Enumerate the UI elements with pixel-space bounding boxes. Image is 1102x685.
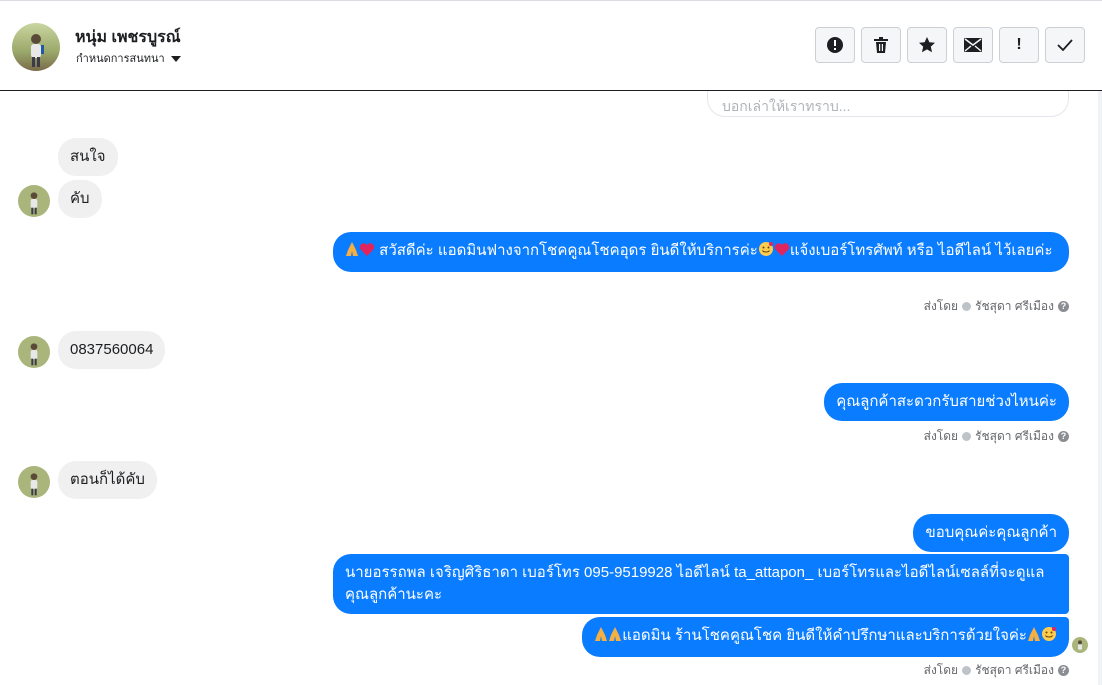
agent-avatar-icon	[962, 302, 972, 311]
folded-hands-icon	[594, 626, 608, 649]
mark-unread-button[interactable]	[953, 27, 993, 63]
folded-hands-icon	[1027, 626, 1041, 649]
folded-hands-icon	[345, 241, 359, 264]
sent-by-label: ส่งโดย	[923, 299, 959, 313]
seen-receipt-avatar	[1072, 637, 1088, 653]
contact-avatar-small	[18, 466, 50, 498]
message-text: แอดมิน ร้านโชคคูณโชค ยินดีให้คำปรึกษาและ…	[622, 627, 1027, 644]
incoming-message: ตอนก็ได้คับ	[58, 461, 157, 499]
outgoing-message: แอดมิน ร้านโชคคูณโชค ยินดีให้คำปรึกษาและ…	[582, 617, 1069, 657]
header-actions: !	[815, 27, 1085, 63]
smiling-face-hearts-icon	[1041, 626, 1057, 649]
scrollbar-track[interactable]	[1098, 91, 1102, 685]
help-icon[interactable]: ?	[1058, 301, 1069, 312]
conversation-header: หนุ่ม เพชรบูรณ์ กำหนดการสนทนา !	[0, 1, 1102, 91]
help-icon[interactable]: ?	[1058, 431, 1069, 442]
outgoing-message: นายอรรถพล เจริญศิริธาดา เบอร์โทร 095-951…	[333, 554, 1069, 614]
smiling-face-hearts-icon	[758, 241, 774, 264]
outgoing-message: สวัสดีค่ะ แอดมินฟางจากโชคคูณโชคอุดร ยินด…	[333, 232, 1069, 272]
contact-avatar-small	[18, 185, 50, 217]
alert-circle-icon	[827, 37, 843, 53]
contact-avatar-small	[18, 336, 50, 368]
incoming-message: คับ	[58, 180, 102, 218]
conversation-settings-label: กำหนดการสนทนา	[76, 53, 165, 65]
incoming-message: 0837560064	[58, 331, 166, 369]
folded-hands-icon	[608, 626, 622, 649]
agent-name: รัชสุดา ศรีเมือง	[975, 429, 1054, 443]
outgoing-message: ขอบคุณค่ะคุณลูกค้า	[913, 514, 1069, 552]
mark-important-button[interactable]: !	[999, 27, 1039, 63]
heart-icon	[359, 242, 375, 264]
exclamation-icon: !	[1016, 36, 1022, 53]
message-text: สวัสดีค่ะ แอดมินฟางจากโชคคูณโชคอุดร ยินด…	[379, 242, 758, 259]
contact-avatar[interactable]	[12, 23, 60, 71]
check-icon	[1057, 39, 1073, 51]
incoming-message: สนใจ	[58, 138, 118, 176]
envelope-icon	[964, 38, 982, 52]
message-thread[interactable]: บอกเล่าให้เราทราบ... สนใจ คับ สวัสดีค่ะ …	[0, 91, 1102, 685]
contact-name: หนุ่ม เพชรบูรณ์	[75, 29, 181, 46]
agent-name: รัชสุดา ศรีเมือง	[975, 299, 1054, 313]
reply-box-placeholder: บอกเล่าให้เราทราบ...	[722, 98, 851, 114]
sent-by-info: ส่งโดย รัชสุดา ศรีเมือง?	[924, 297, 1069, 316]
help-icon[interactable]: ?	[1058, 665, 1069, 676]
agent-name: รัชสุดา ศรีเมือง	[975, 663, 1054, 677]
caret-down-icon	[170, 55, 181, 62]
reply-box[interactable]: บอกเล่าให้เราทราบ...	[707, 91, 1069, 117]
trash-icon	[874, 37, 888, 53]
star-icon	[919, 37, 935, 53]
conversation-settings[interactable]: กำหนดการสนทนา	[76, 49, 181, 67]
sent-by-label: ส่งโดย	[923, 663, 959, 677]
sent-by-info: ส่งโดย รัชสุดา ศรีเมือง?	[924, 427, 1069, 446]
delete-button[interactable]	[861, 27, 901, 63]
agent-avatar-icon	[962, 666, 972, 675]
mark-done-button[interactable]	[1045, 27, 1085, 63]
agent-avatar-icon	[962, 432, 972, 441]
star-button[interactable]	[907, 27, 947, 63]
sent-by-label: ส่งโดย	[923, 429, 959, 443]
outgoing-message: คุณลูกค้าสะดวกรับสายช่วงไหนค่ะ	[824, 383, 1069, 421]
report-button[interactable]	[815, 27, 855, 63]
heart-icon	[774, 242, 790, 264]
sent-by-info: ส่งโดย รัชสุดา ศรีเมือง?	[924, 661, 1069, 680]
message-text: แจ้งเบอร์โทรศัพท์ หรือ ไอดีไลน์ ไว้เลยค่…	[789, 242, 1053, 259]
